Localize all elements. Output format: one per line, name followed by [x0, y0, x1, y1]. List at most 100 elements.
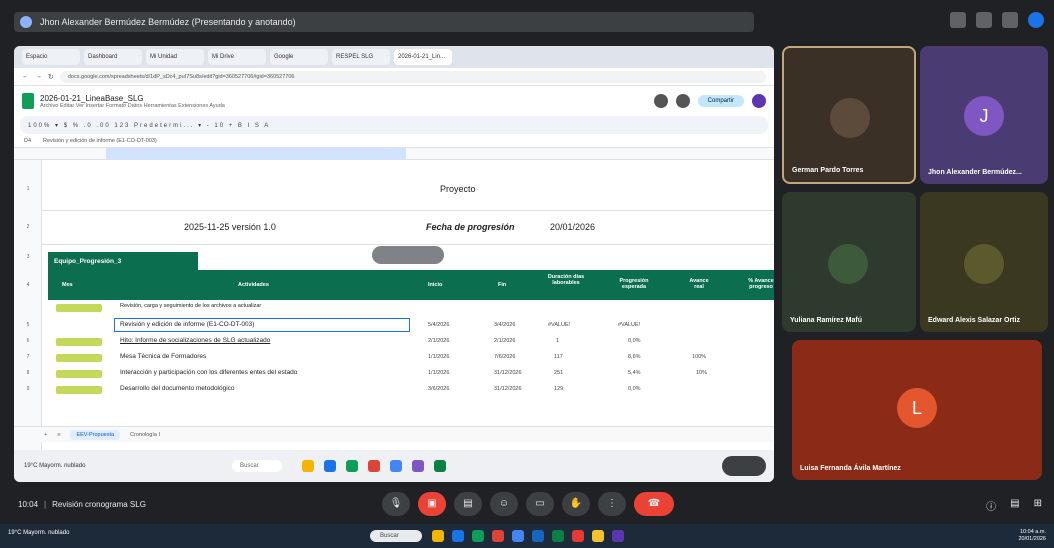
cell-reference[interactable]: D4 [24, 138, 31, 144]
table-row[interactable]: Revisión y edición de informe (E1-CO-DT-… [48, 318, 774, 334]
fin-cell[interactable]: 31/12/2026 [494, 370, 522, 376]
table-row[interactable]: Desarrollo del documento metodológico 3/… [48, 382, 774, 398]
forward-icon[interactable]: → [35, 73, 42, 80]
browser-tab[interactable]: Dashboard [84, 49, 142, 65]
duracion-cell[interactable]: 1 [556, 338, 559, 344]
annotation-tools[interactable] [722, 456, 766, 476]
more-options-icon[interactable]: ⋮ [598, 492, 626, 516]
table-name-chip[interactable]: Equipo_Progresión_3 [48, 252, 198, 270]
duracion-cell[interactable]: 117 [554, 354, 563, 360]
shared-search[interactable]: Buscar [232, 460, 282, 472]
header-avance[interactable]: Avance real [684, 278, 714, 290]
pin-icon[interactable] [1002, 12, 1018, 28]
header-mes[interactable]: Mes [62, 282, 73, 288]
activities-icon[interactable]: ⊞ [1034, 498, 1042, 513]
fin-cell[interactable]: 7/6/2026 [494, 354, 515, 360]
row-number[interactable]: 9 [14, 386, 42, 392]
header-fin[interactable]: Fin [498, 282, 506, 288]
sheet-tab[interactable]: Cronología I [130, 432, 160, 438]
fin-cell[interactable]: 3/4/2026 [494, 322, 515, 328]
add-sheet-icon[interactable]: + [44, 432, 47, 438]
table-row[interactable]: Revisión, carga y seguimiento de los arc… [48, 300, 774, 316]
inicio-cell[interactable]: 3/6/2026 [428, 386, 449, 392]
participant-tile[interactable]: German Pardo Torres [782, 46, 916, 184]
inicio-cell[interactable]: 1/1/2026 [428, 354, 449, 360]
header-duracion[interactable]: Duración días laborables [546, 274, 586, 286]
progresion-cell[interactable]: 0,0% [628, 338, 641, 344]
browser-icon[interactable] [324, 460, 336, 472]
taskbar-search[interactable]: Buscar [370, 530, 422, 542]
duracion-cell[interactable]: 251 [554, 370, 563, 376]
menu-bar[interactable]: Archivo Editar Ver Insertar Formato Dato… [40, 103, 225, 109]
collaborator-avatar[interactable] [653, 94, 668, 108]
document-title[interactable]: 2026-01-21_LineaBase_SLG [40, 94, 225, 103]
shared-weather[interactable]: 19°C Mayorm. nublado [24, 463, 85, 469]
inicio-cell[interactable]: 1/1/2026 [428, 370, 449, 376]
layout-icon[interactable] [976, 12, 992, 28]
edge-icon[interactable] [452, 530, 464, 542]
activity-cell[interactable]: Hito: Informe de socializaciones de SLG … [120, 337, 270, 344]
back-icon[interactable]: ← [22, 73, 29, 80]
sheets-toolbar[interactable]: 100% ▾ $ % .0 .00 123 Predetermi... ▾ - … [20, 116, 768, 134]
duracion-cell[interactable]: #VALUE! [548, 322, 570, 328]
month-chip[interactable] [56, 338, 102, 346]
raise-hand-icon[interactable]: ✋ [562, 492, 590, 516]
month-chip[interactable] [56, 354, 102, 362]
annotation-pill[interactable] [372, 246, 444, 264]
app-icon[interactable] [572, 530, 584, 542]
file-explorer-icon[interactable] [432, 530, 444, 542]
app-icon[interactable] [492, 530, 504, 542]
inicio-cell[interactable]: 2/1/2026 [428, 338, 449, 344]
progresion-cell[interactable]: 5,4% [628, 370, 641, 376]
participant-tile[interactable]: L Luisa Fernanda Ávila Martínez [792, 340, 1042, 480]
emoji-icon[interactable]: ☺ [490, 492, 518, 516]
account-icon[interactable] [1028, 12, 1044, 28]
app-icon[interactable] [512, 530, 524, 542]
activity-cell[interactable]: Mesa Técnica de Formadores [120, 353, 206, 360]
progresion-cell[interactable]: 8,6% [628, 354, 641, 360]
row-number[interactable]: 2 [14, 224, 42, 230]
browser-tab[interactable]: RESPEL SLG [332, 49, 390, 65]
collaborator-avatar[interactable] [675, 94, 690, 108]
spreadsheet-grid[interactable]: 1 2 3 4 5 6 7 8 9 Proyecto 2025-11-25 ve… [14, 160, 774, 460]
url-input[interactable]: docs.google.com/spreadsheets/d/1dP_sDc4_… [59, 70, 766, 83]
activity-cell[interactable]: Desarrollo del documento metodológico [120, 385, 235, 392]
row-number[interactable]: 1 [14, 186, 42, 192]
app-icon[interactable] [412, 460, 424, 472]
header-inicio[interactable]: Inicio [428, 282, 442, 288]
participant-tile[interactable]: Yuliana Ramírez Mafú [782, 192, 916, 332]
table-row[interactable]: Interacción y participación con los dife… [48, 366, 774, 382]
row-number[interactable]: 8 [14, 370, 42, 376]
chat-icon[interactable]: ▤ [1010, 498, 1019, 513]
row-number[interactable]: 6 [14, 338, 42, 344]
month-chip[interactable] [56, 304, 102, 312]
sheet-tab-active[interactable]: EEV-Propuesta [70, 429, 121, 440]
app-icon[interactable] [346, 460, 358, 472]
fin-cell[interactable]: 31/12/2026 [494, 386, 522, 392]
picture-in-picture-icon[interactable] [950, 12, 966, 28]
reload-icon[interactable]: ↻ [48, 73, 54, 81]
row-number[interactable]: 4 [14, 282, 42, 288]
table-row[interactable]: Mesa Técnica de Formadores 1/1/2026 7/6/… [48, 350, 774, 366]
fin-cell[interactable]: 2/1/2026 [494, 338, 515, 344]
duracion-cell[interactable]: 129 [554, 386, 563, 392]
sheets-logo-icon[interactable] [22, 93, 34, 109]
month-chip[interactable] [56, 370, 102, 378]
app-icon[interactable] [390, 460, 402, 472]
column-headers[interactable] [14, 148, 774, 160]
row-number[interactable]: 3 [14, 254, 42, 260]
present-icon[interactable]: ▭ [526, 492, 554, 516]
participant-tile[interactable]: Edward Alexis Salazar Ortiz [920, 192, 1048, 332]
avance-cell[interactable]: 100% [692, 354, 706, 360]
excel-icon[interactable] [472, 530, 484, 542]
row-number[interactable]: 5 [14, 322, 42, 328]
chrome-icon[interactable] [592, 530, 604, 542]
row-number[interactable]: 7 [14, 354, 42, 360]
share-button[interactable]: Compartir [697, 95, 744, 107]
teams-icon[interactable] [612, 530, 624, 542]
word-icon[interactable] [532, 530, 544, 542]
activity-cell[interactable]: Interacción y participación con los dife… [120, 369, 297, 376]
browser-tab[interactable]: Mi Drive [208, 49, 266, 65]
microphone-icon[interactable]: 🎙 [382, 492, 410, 516]
avance-cell[interactable]: 10% [696, 370, 707, 376]
